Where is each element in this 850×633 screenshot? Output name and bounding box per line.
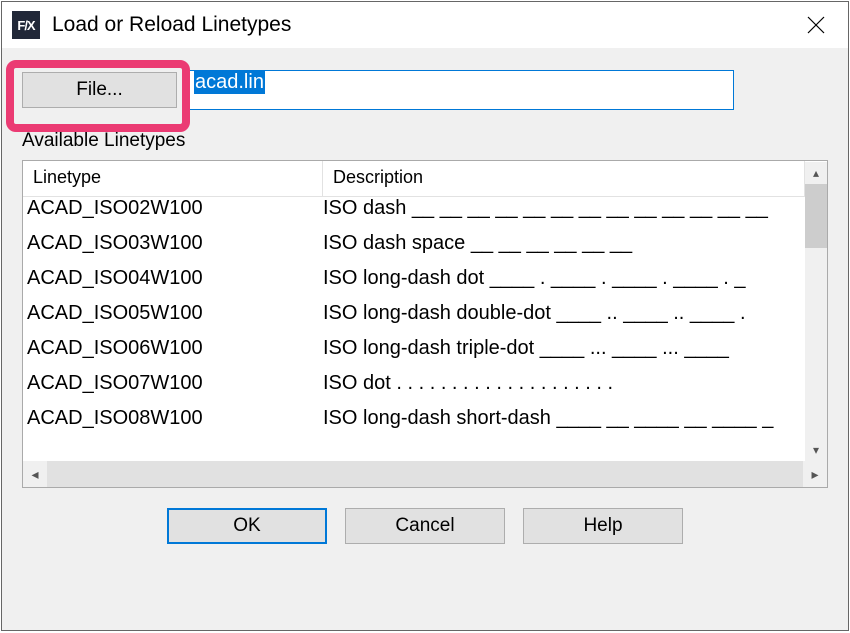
table-row[interactable]: ACAD_ISO08W100 ISO long-dash short-dash …: [23, 407, 827, 442]
file-button[interactable]: File...: [22, 72, 177, 108]
linetype-cell: ACAD_ISO03W100: [23, 232, 317, 267]
ok-button[interactable]: OK: [167, 508, 327, 544]
vertical-scrollbar[interactable]: ▴ ▾: [805, 162, 827, 461]
column-header-description[interactable]: Description: [323, 161, 805, 196]
linetype-cell: ACAD_ISO07W100: [23, 372, 317, 407]
help-button[interactable]: Help: [523, 508, 683, 544]
file-row: File... acad.lin: [22, 70, 828, 110]
linetype-cell: ACAD_ISO05W100: [23, 302, 317, 337]
file-input[interactable]: acad.lin: [185, 70, 734, 110]
column-header-linetype[interactable]: Linetype: [23, 161, 323, 196]
linetype-cell: ACAD_ISO04W100: [23, 267, 317, 302]
scroll-right-icon[interactable]: ▸: [803, 461, 827, 487]
table-row[interactable]: ACAD_ISO04W100 ISO long-dash dot ____ . …: [23, 267, 827, 302]
description-cell: ISO long-dash double-dot ____ .. ____ ..…: [317, 302, 827, 337]
close-icon: [807, 16, 825, 34]
table-row[interactable]: ACAD_ISO07W100 ISO dot . . . . . . . . .…: [23, 372, 827, 407]
table-row[interactable]: ACAD_ISO05W100 ISO long-dash double-dot …: [23, 302, 827, 337]
dialog-body: File... acad.lin Available Linetypes Lin…: [2, 70, 848, 564]
list-header-row: Linetype Description: [23, 161, 827, 197]
description-cell: ISO long-dash triple-dot ____ ... ____ .…: [317, 337, 827, 372]
available-linetypes-label: Available Linetypes: [22, 130, 828, 152]
titlebar: F/X Load or Reload Linetypes: [2, 2, 848, 48]
horizontal-scrollbar[interactable]: ◂ ▸: [23, 461, 827, 487]
description-cell: ISO dash __ __ __ __ __ __ __ __ __ __ _…: [317, 197, 827, 232]
scroll-thumb[interactable]: [805, 184, 827, 248]
dialog-window: F/X Load or Reload Linetypes File... aca…: [1, 1, 849, 631]
close-button[interactable]: [792, 2, 840, 48]
list-body: ACAD_ISO02W100 ISO dash __ __ __ __ __ _…: [23, 197, 827, 487]
linetype-cell: ACAD_ISO08W100: [23, 407, 317, 442]
linetype-cell: ACAD_ISO06W100: [23, 337, 317, 372]
app-icon: F/X: [12, 11, 40, 39]
table-row[interactable]: ACAD_ISO02W100 ISO dash __ __ __ __ __ _…: [23, 197, 827, 232]
cancel-button[interactable]: Cancel: [345, 508, 505, 544]
scroll-down-icon[interactable]: ▾: [805, 439, 827, 461]
table-row[interactable]: ACAD_ISO06W100 ISO long-dash triple-dot …: [23, 337, 827, 372]
hscroll-track[interactable]: [47, 461, 803, 487]
scroll-up-icon[interactable]: ▴: [805, 162, 827, 184]
linetype-cell: ACAD_ISO02W100: [23, 197, 317, 232]
table-row[interactable]: ACAD_ISO03W100 ISO dash space __ __ __ _…: [23, 232, 827, 267]
scroll-left-icon[interactable]: ◂: [23, 461, 47, 487]
description-cell: ISO long-dash dot ____ . ____ . ____ . _…: [317, 267, 827, 302]
linetype-list[interactable]: Linetype Description ACAD_ISO02W100 ISO …: [22, 160, 828, 488]
description-cell: ISO long-dash short-dash ____ __ ____ __…: [317, 407, 827, 442]
dialog-buttons: OK Cancel Help: [22, 508, 828, 544]
file-input-value: acad.lin: [194, 70, 265, 94]
description-cell: ISO dash space __ __ __ __ __ __: [317, 232, 827, 267]
description-cell: ISO dot . . . . . . . . . . . . . . . . …: [317, 372, 827, 407]
window-title: Load or Reload Linetypes: [52, 13, 792, 37]
